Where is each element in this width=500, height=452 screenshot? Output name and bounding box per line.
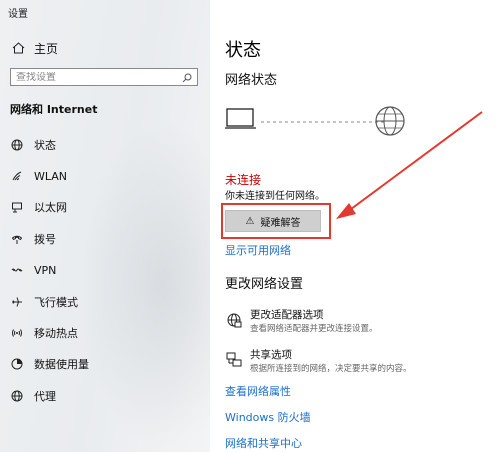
sidebar-item-label: WLAN — [34, 169, 68, 183]
dialup-phone-icon — [10, 232, 24, 246]
ethernet-icon — [10, 200, 24, 214]
wifi-icon — [10, 169, 24, 183]
adapter-options-desc: 查看网络适配器并更改连接设置。 — [250, 324, 378, 334]
vpn-icon — [10, 263, 24, 277]
sharing-options-desc: 根据所连接到的网络，决定要共享的内容。 — [250, 364, 412, 374]
connection-description: 你未连接到任何网络。 — [225, 191, 325, 202]
adapter-options-title: 更改适配器选项 — [250, 309, 324, 321]
change-settings-heading: 更改网络设置 — [225, 277, 304, 292]
sidebar-item-label: 以太网 — [34, 201, 67, 215]
laptop-icon — [225, 108, 256, 129]
sidebar-item-label: 拨号 — [34, 232, 56, 246]
sidebar-item-label: VPN — [34, 263, 57, 277]
sharing-options-title: 共享选项 — [250, 349, 292, 361]
sidebar-item-label: 状态 — [34, 138, 56, 152]
sharing-icon — [225, 351, 243, 369]
search-icon[interactable] — [182, 68, 192, 87]
sidebar-home-label: 主页 — [34, 41, 59, 56]
network-properties-link[interactable]: 查看网络属性 — [225, 383, 291, 399]
sidebar-item-ethernet[interactable]: 以太网 — [10, 192, 210, 223]
sidebar: 设置 主页 网络和 Internet 状态 WLAN — [0, 0, 210, 452]
connection-state: 未连接 — [225, 173, 262, 187]
sidebar-item-hotspot[interactable]: 移动热点 — [10, 317, 210, 348]
sidebar-home[interactable]: 主页 — [10, 39, 58, 57]
sidebar-item-status[interactable]: 状态 — [10, 129, 210, 160]
home-icon — [10, 42, 26, 54]
window-title: 设置 — [8, 9, 28, 20]
adapter-icon — [225, 311, 243, 329]
sidebar-item-proxy[interactable]: 代理 — [10, 380, 210, 411]
internet-globe-icon — [375, 106, 405, 136]
search-input[interactable] — [16, 71, 166, 83]
status-globe-icon — [10, 138, 24, 152]
network-status-heading: 网络状态 — [225, 73, 278, 88]
search-box[interactable] — [10, 68, 198, 86]
sidebar-item-wlan[interactable]: WLAN — [10, 160, 210, 191]
airplane-icon — [10, 295, 24, 309]
hotspot-icon — [10, 326, 24, 340]
sidebar-item-label: 移动热点 — [34, 327, 78, 341]
annotation-highlight-box — [221, 203, 331, 239]
sharing-options[interactable]: 共享选项 根据所连接到的网络，决定要共享的内容。 — [225, 349, 412, 375]
sidebar-item-label: 代理 — [34, 389, 56, 403]
proxy-globe-icon — [10, 389, 24, 403]
sidebar-item-airplane[interactable]: 飞行模式 — [10, 286, 210, 317]
show-networks-link[interactable]: 显示可用网络 — [225, 242, 291, 258]
sidebar-item-label: 飞行模式 — [34, 295, 78, 309]
sidebar-item-data-usage[interactable]: 数据使用量 — [10, 349, 210, 380]
windows-firewall-link[interactable]: Windows 防火墙 — [225, 409, 311, 425]
adapter-options[interactable]: 更改适配器选项 查看网络适配器并更改连接设置。 — [225, 309, 378, 335]
network-diagram — [225, 104, 405, 140]
sidebar-nav: 状态 WLAN 以太网 拨号 VPN 飞行模式 移动热点 数据使用量 代理 — [10, 129, 210, 412]
sidebar-item-dialup[interactable]: 拨号 — [10, 223, 210, 254]
sidebar-item-vpn[interactable]: VPN — [10, 255, 210, 286]
network-sharing-center-link[interactable]: 网络和共享中心 — [225, 435, 302, 451]
page-title: 状态 — [225, 40, 261, 61]
main-content: 状态 网络状态 未连接 你未连接到任何网络。 ⚠ 疑难解答 显示可用网络 更改网… — [210, 0, 500, 452]
data-usage-icon — [10, 357, 24, 371]
section-heading: 网络和 Internet — [10, 103, 98, 116]
sidebar-item-label: 数据使用量 — [34, 358, 89, 372]
